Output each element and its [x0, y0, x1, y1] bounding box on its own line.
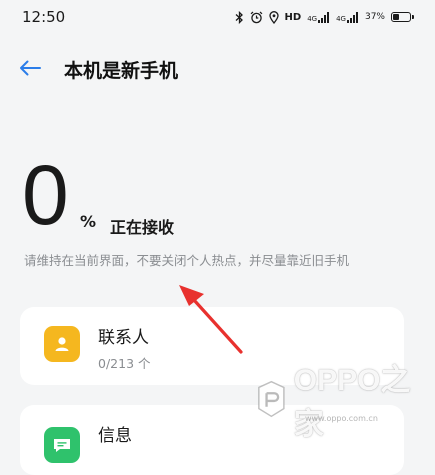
progress-value: 0 [22, 148, 69, 242]
status-icons: HD 4G 4G 37% [235, 9, 414, 25]
progress-unit: % [80, 212, 97, 231]
network-type-label: 4G [336, 14, 346, 23]
contacts-title: 联系人 [98, 328, 149, 348]
hd-label: HD [284, 11, 302, 23]
watermark: OPPO之家 www.oppo.com.cn [255, 364, 435, 441]
signal-group-1: 4G [307, 11, 330, 23]
contacts-count: 0/213 个 [98, 356, 151, 371]
status-bar: 12:50 HD 4G 4G 37% [0, 0, 435, 34]
battery-percent: 37% [364, 12, 385, 22]
location-icon [268, 10, 279, 24]
contacts-icon [44, 326, 80, 362]
bluetooth-icon [235, 10, 244, 24]
messages-title: 信息 [98, 426, 132, 446]
back-button[interactable] [14, 54, 46, 82]
page-title: 本机是新手机 [64, 60, 179, 82]
signal-icon [346, 11, 358, 23]
watermark-logo-icon [258, 380, 285, 418]
message-icon [44, 427, 80, 463]
hint-text: 请维持在当前界面，不要关闭个人热点，并尽量靠近旧手机 [24, 253, 350, 268]
back-arrow-icon [20, 60, 41, 76]
watermark-url: www.oppo.com.cn [305, 414, 378, 423]
watermark-text: OPPO之家 [293, 364, 411, 441]
progress-status: 正在接收 [110, 218, 175, 237]
header: 本机是新手机 [0, 48, 435, 88]
signal-icon [318, 11, 330, 23]
network-type-label: 4G [307, 14, 318, 23]
alarm-icon [250, 11, 263, 24]
signal-group-2: 4G [336, 11, 359, 23]
battery-icon [391, 12, 414, 22]
status-time: 12:50 [22, 8, 66, 26]
